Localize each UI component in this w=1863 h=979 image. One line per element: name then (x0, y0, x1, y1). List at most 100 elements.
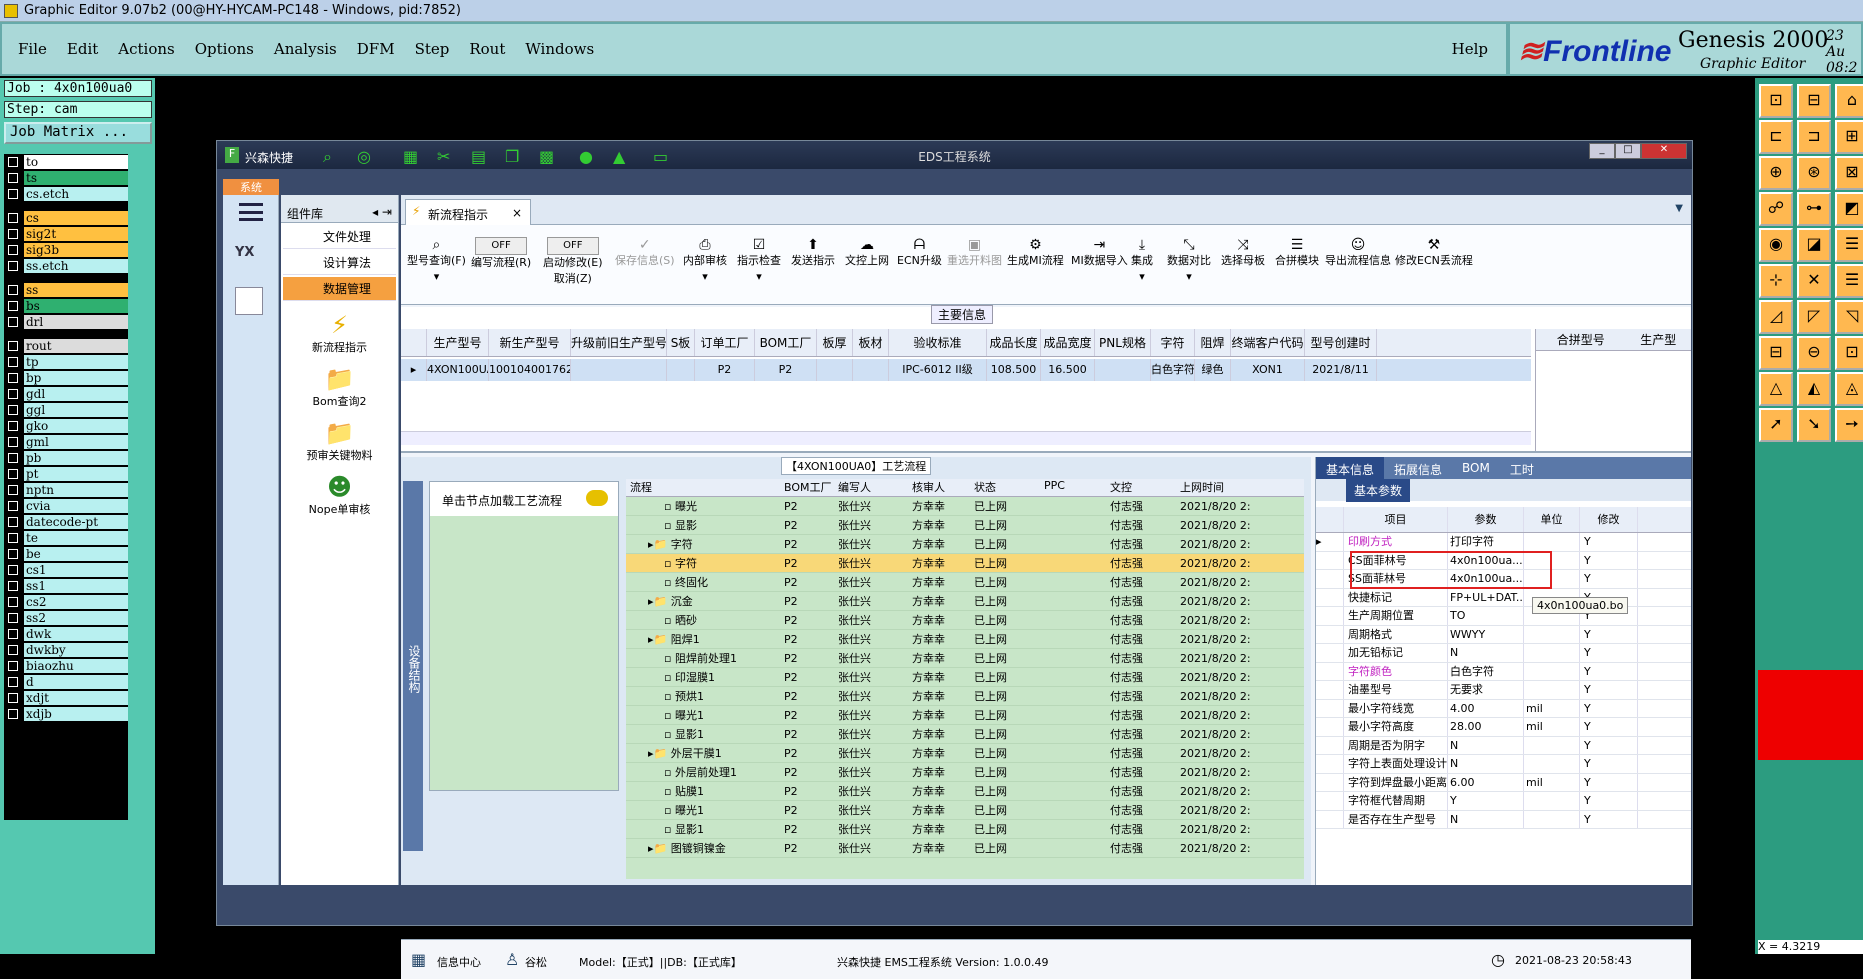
layer-name[interactable]: ss2 (24, 611, 128, 625)
layer-name[interactable]: biaozhu (24, 659, 128, 673)
table-row[interactable]: ▸📁 沉金 P2 张仕兴 方幸幸 已上网 付志强 2021/8/20 2: (626, 592, 1304, 611)
layer-row[interactable]: dwk (4, 626, 128, 642)
flow-col-header[interactable]: 上网时间 (1176, 479, 1304, 496)
props-row[interactable]: 加无铅标记 N Y (1316, 644, 1691, 663)
table-row[interactable]: ▸📁 图镀铜镍金 P2 张仕兴 方幸幸 已上网 付志强 2021/8/20 2: (626, 839, 1304, 858)
layer-checkbox[interactable] (8, 173, 18, 183)
comp-group-label[interactable]: Nope单审核 (309, 503, 371, 516)
flow-name-cell[interactable]: ▸📁 字符 (626, 535, 780, 553)
props-row[interactable]: 周期格式 WWYY Y (1316, 625, 1691, 644)
calculator-icon[interactable] (235, 287, 263, 315)
layer-checkbox[interactable] (8, 501, 18, 511)
layer-row[interactable]: ggl (4, 402, 128, 418)
props-value[interactable]: 无要求 (1448, 681, 1524, 699)
props-row[interactable]: 字符颜色 白色字符 Y (1316, 662, 1691, 681)
tool-button[interactable]: ☰ (1835, 228, 1863, 262)
tool-button[interactable]: ⊟ (1797, 84, 1831, 118)
layer-checkbox[interactable] (8, 437, 18, 447)
props-value[interactable]: FP+UL+DAT... (1448, 588, 1524, 606)
layer-checkbox[interactable] (8, 469, 18, 479)
layer-row[interactable]: rout (4, 338, 128, 354)
flow-name-cell[interactable]: ▫ 曝光 (626, 497, 780, 515)
grid-cell[interactable]: 白色字符 (1151, 359, 1195, 381)
props-modify[interactable]: Y (1580, 551, 1638, 569)
layer-row[interactable]: biaozhu (4, 658, 128, 674)
layer-checkbox[interactable] (8, 453, 18, 463)
flow-col-header[interactable]: BOM工厂 (780, 479, 834, 496)
props-modify[interactable]: Y (1580, 736, 1638, 754)
menu-item-analysis[interactable]: Analysis (274, 40, 337, 58)
flow-col-header[interactable]: 核审人 (908, 479, 970, 496)
comp-item[interactable]: 文件处理 (283, 225, 396, 249)
grid-apps-icon[interactable]: ▦ (411, 950, 426, 969)
props-tab[interactable]: 基本信息 (1316, 457, 1385, 479)
grid-col-header[interactable]: 升级前旧生产型号 (571, 329, 667, 356)
toolbar-button[interactable]: OFF 启动修改(E) 取消(Z) (543, 237, 603, 287)
flow-col-header[interactable]: 文控 (1106, 479, 1176, 496)
dropdown-arrow-icon[interactable]: ▾ (737, 269, 781, 285)
layer-name[interactable]: gml (24, 435, 128, 449)
toolbar-button[interactable]: ⤓ 集成 ▾ (1131, 237, 1153, 285)
tool-button[interactable]: ⊶ (1797, 192, 1831, 226)
layer-row[interactable]: cs2 (4, 594, 128, 610)
props-value[interactable]: 6.00 (1448, 773, 1524, 791)
table-row[interactable]: ▸📁 字符 P2 张仕兴 方幸幸 已上网 付志强 2021/8/20 2: (626, 535, 1304, 554)
toolbar-button[interactable]: ⬆ 发送指示 (791, 237, 835, 269)
comp-group-label[interactable]: Bom查询2 (313, 395, 367, 408)
grid-col-header[interactable]: 成品长度 (987, 329, 1041, 356)
props-value[interactable]: 白色字符 (1448, 662, 1524, 680)
layer-checkbox[interactable] (8, 285, 18, 295)
layer-checkbox[interactable] (8, 677, 18, 687)
layer-name[interactable]: nptn (24, 483, 128, 497)
flow-name-cell[interactable]: ▫ 外层前处理1 (626, 763, 780, 781)
props-tab[interactable]: 拓展信息 (1384, 457, 1452, 479)
props-value[interactable]: WWYY (1448, 625, 1524, 643)
props-tab[interactable]: 工时 (1500, 457, 1544, 479)
layer-row[interactable]: cs1 (4, 562, 128, 578)
tool-button[interactable]: ☰ (1835, 264, 1863, 298)
props-modify[interactable]: Y (1580, 755, 1638, 773)
table-row[interactable]: ▸📁 阻焊1 P2 张仕兴 方幸幸 已上网 付志强 2021/8/20 2: (626, 630, 1304, 649)
layer-name[interactable]: cs (24, 211, 128, 225)
layer-checkbox[interactable] (8, 549, 18, 559)
layer-row[interactable]: cvia (4, 498, 128, 514)
grid-cell[interactable]: 16.500 (1041, 359, 1095, 381)
dropdown-arrow-icon[interactable]: ▾ (1131, 269, 1153, 285)
layer-row[interactable]: bs (4, 298, 128, 314)
props-row[interactable]: 最小字符高度 28.00 mil Y (1316, 718, 1691, 737)
tool-button[interactable]: ⊐ (1797, 120, 1831, 154)
comp-group[interactable]: 📁 预审关键物料 (281, 419, 398, 463)
table-row[interactable]: ▫ 曝光 P2 张仕兴 方幸幸 已上网 付志强 2021/8/20 2: (626, 497, 1304, 516)
grid-cell[interactable]: P2 (695, 359, 755, 381)
layer-row[interactable]: pt (4, 466, 128, 482)
flow-name-cell[interactable]: ▫ 预烘1 (626, 687, 780, 705)
tool-button[interactable]: ☍ (1759, 192, 1793, 226)
layer-checkbox[interactable] (8, 213, 18, 223)
layer-checkbox[interactable] (8, 389, 18, 399)
props-modify[interactable]: Y (1580, 718, 1638, 736)
layer-checkbox[interactable] (8, 517, 18, 527)
props-modify[interactable]: Y (1580, 699, 1638, 717)
tool-button[interactable]: ⌂ (1835, 84, 1863, 118)
props-modify[interactable]: Y (1580, 792, 1638, 810)
layer-checkbox[interactable] (8, 421, 18, 431)
props-row[interactable]: 是否存在生产型号 N Y (1316, 810, 1691, 829)
toolbar-button[interactable]: ⇥ MI数据导入 (1071, 237, 1128, 269)
table-row[interactable]: ▫ 终固化 P2 张仕兴 方幸幸 已上网 付志强 2021/8/20 2: (626, 573, 1304, 592)
tab-dropdown-icon[interactable]: ▼ (1675, 203, 1683, 214)
table-row[interactable]: ▫ 贴膜1 P2 张仕兴 方幸幸 已上网 付志强 2021/8/20 2: (626, 782, 1304, 801)
layer-row[interactable]: sig3b (4, 242, 128, 258)
layer-checkbox[interactable] (8, 229, 18, 239)
layer-name[interactable]: pt (24, 467, 128, 481)
layer-name[interactable]: bp (24, 371, 128, 385)
table-row[interactable]: ▫ 阻焊前处理1 P2 张仕兴 方幸幸 已上网 付志强 2021/8/20 2: (626, 649, 1304, 668)
layer-checkbox[interactable] (8, 565, 18, 575)
grid-col-header[interactable]: 终端客户代码 (1231, 329, 1305, 356)
props-row[interactable]: 周期是否为阴字 N Y (1316, 736, 1691, 755)
toolbar-button[interactable]: OFF 编写流程(R) (471, 237, 531, 271)
layer-row[interactable]: tp (4, 354, 128, 370)
grid-cell[interactable] (817, 359, 853, 381)
dropdown-arrow-icon[interactable]: ▾ (1167, 269, 1211, 285)
menu-item-options[interactable]: Options (195, 40, 254, 58)
tool-button[interactable]: △ (1759, 372, 1793, 406)
